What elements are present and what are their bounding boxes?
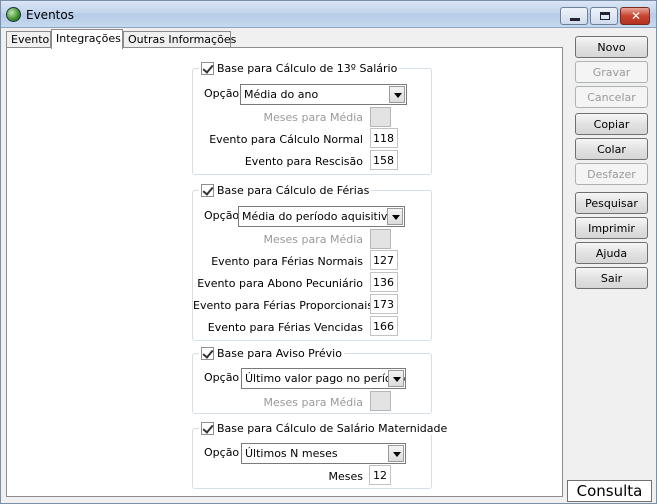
decimo-header: Base para Cálculo de 13º Salário — [199, 62, 400, 75]
decimo-opcao-label: Opção — [204, 87, 240, 100]
integracoes-panel: Base para Cálculo de 13º Salário Opção M… — [6, 47, 563, 497]
ferias-meses-field — [370, 229, 391, 249]
decimo-normal-field[interactable]: 118 — [370, 128, 398, 148]
chevron-down-icon[interactable] — [388, 445, 404, 462]
title-bar: Eventos ✕ — [1, 1, 656, 28]
imprimir-button[interactable]: Imprimir — [575, 217, 648, 239]
chevron-down-icon[interactable] — [389, 86, 405, 103]
decimo-group: Base para Cálculo de 13º Salário Opção M… — [192, 62, 432, 175]
decimo-meses-field — [370, 107, 391, 127]
minimize-icon — [570, 18, 580, 21]
maternidade-group: Base para Cálculo de Salário Maternidade… — [192, 422, 450, 489]
aviso-group: Base para Aviso Prévio Opção Último valo… — [192, 347, 432, 414]
tab-evento[interactable]: Evento — [6, 31, 51, 48]
chevron-down-icon[interactable] — [388, 370, 404, 387]
maximize-button[interactable] — [590, 7, 618, 25]
sair-button[interactable]: Sair — [575, 267, 648, 289]
aviso-opcao-label: Opção — [204, 371, 240, 384]
cancelar-button[interactable]: Cancelar — [575, 86, 648, 108]
novo-button[interactable]: Novo — [575, 36, 648, 58]
tab-integracoes[interactable]: Integrações — [51, 29, 123, 49]
copiar-button[interactable]: Copiar — [575, 113, 648, 135]
close-icon: ✕ — [631, 9, 642, 23]
ferias-normais-field[interactable]: 127 — [370, 250, 398, 270]
aviso-opcao-value: Último valor pago no período — [245, 372, 406, 385]
maximize-icon — [600, 12, 610, 20]
maternidade-checkbox[interactable] — [201, 422, 214, 435]
ferias-proporcionais-field[interactable]: 173 — [370, 294, 398, 314]
ferias-opcao-value: Média do período aquisitivo — [242, 210, 395, 223]
chevron-down-icon[interactable] — [387, 208, 403, 225]
ferias-group: Base para Cálculo de Férias Opção Média … — [192, 184, 432, 341]
ferias-abono-field[interactable]: 136 — [370, 272, 398, 292]
aviso-opcao-select[interactable]: Último valor pago no período — [241, 368, 406, 389]
ferias-meses-label: Meses para Média — [263, 233, 363, 246]
ferias-vencidas-label: Evento para Férias Vencidas — [207, 321, 363, 334]
aviso-checkbox[interactable] — [201, 347, 214, 360]
close-button[interactable]: ✕ — [620, 7, 650, 25]
ferias-checkbox[interactable] — [201, 184, 214, 197]
ferias-opcao-label: Opção — [204, 209, 240, 222]
decimo-meses-label: Meses para Média — [263, 111, 363, 124]
action-button-panel: Novo Gravar Cancelar Copiar Colar Desfaz… — [567, 28, 652, 478]
decimo-title: Base para Cálculo de 13º Salário — [217, 62, 398, 75]
maternidade-opcao-label: Opção — [204, 446, 240, 459]
maternidade-header: Base para Cálculo de Salário Maternidade — [199, 422, 450, 435]
gravar-button[interactable]: Gravar — [575, 61, 648, 83]
aviso-header: Base para Aviso Prévio — [199, 347, 344, 360]
ferias-title: Base para Cálculo de Férias — [217, 184, 370, 197]
aviso-meses-label: Meses para Média — [263, 396, 363, 409]
decimo-rescisao-field[interactable]: 158 — [370, 150, 398, 170]
ferias-normais-label: Evento para Férias Normais — [211, 255, 363, 268]
ferias-vencidas-field[interactable]: 166 — [370, 316, 398, 336]
pesquisar-button[interactable]: Pesquisar — [575, 192, 648, 214]
aviso-meses-field — [370, 391, 391, 411]
decimo-checkbox[interactable] — [201, 62, 214, 75]
maternidade-opcao-value: Últimos N meses — [245, 447, 338, 460]
aviso-title: Base para Aviso Prévio — [217, 347, 342, 360]
ferias-proporcionais-label: Evento para Férias Proporcionais — [193, 299, 374, 312]
window-title: Eventos — [26, 8, 74, 22]
eventos-window: Eventos ✕ Evento Integrações Outras Info… — [0, 0, 657, 504]
ferias-header: Base para Cálculo de Férias — [199, 184, 372, 197]
decimo-opcao-select[interactable]: Média do ano — [240, 84, 407, 105]
maternidade-meses-field[interactable]: 12 — [369, 465, 391, 485]
decimo-rescisao-label: Evento para Rescisão — [244, 155, 363, 168]
maternidade-meses-label: Meses — [328, 470, 364, 483]
maternidade-opcao-select[interactable]: Últimos N meses — [241, 443, 406, 464]
app-globe-icon — [6, 7, 21, 22]
decimo-normal-label: Evento para Cálculo Normal — [209, 133, 363, 146]
mode-status: Consulta — [567, 480, 652, 502]
tab-outras-informacoes[interactable]: Outras Informações — [123, 31, 236, 48]
desfazer-button[interactable]: Desfazer — [575, 163, 648, 185]
ajuda-button[interactable]: Ajuda — [575, 242, 648, 264]
decimo-opcao-value: Média do ano — [244, 88, 319, 101]
ferias-opcao-select[interactable]: Média do período aquisitivo — [238, 206, 405, 227]
colar-button[interactable]: Colar — [575, 138, 648, 160]
maternidade-title: Base para Cálculo de Salário Maternidade — [217, 422, 448, 435]
ferias-abono-label: Evento para Abono Pecuniário — [197, 277, 363, 290]
minimize-button[interactable] — [560, 7, 588, 25]
